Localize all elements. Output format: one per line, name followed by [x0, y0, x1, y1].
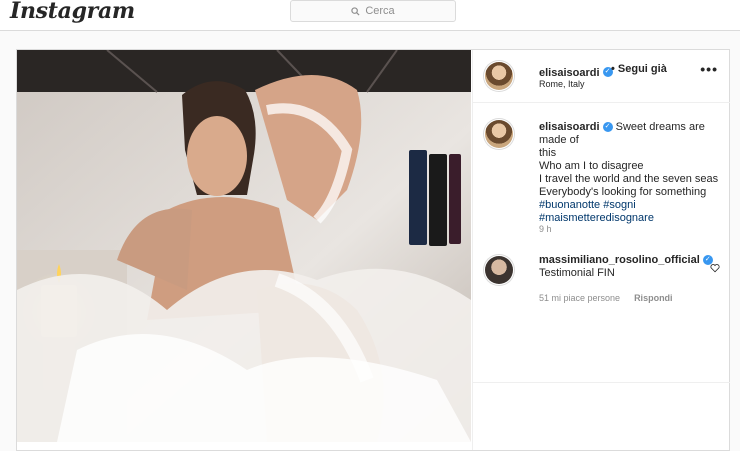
post-sidebar: elisaisoardi ✓ • Segui già Rome, Italy ••…	[472, 50, 730, 450]
caption-line: Who am I to disagree	[539, 160, 644, 172]
more-options-icon[interactable]: •••	[700, 61, 718, 77]
instagram-logo[interactable]: Instagram	[10, 0, 135, 24]
comment-likes[interactable]: 51 mi piace persone	[539, 293, 620, 303]
author-avatar[interactable]	[485, 62, 513, 90]
comment-meta: 51 mi piace persone Rispondi	[539, 293, 673, 303]
commenter-avatar[interactable]	[485, 256, 513, 284]
post-card: elisaisoardi ✓ • Segui già Rome, Italy ••…	[16, 49, 730, 451]
comment-text: Testimonial FIN	[539, 267, 615, 279]
post-photo[interactable]	[17, 50, 471, 442]
caption-author-avatar[interactable]	[485, 120, 513, 148]
verified-badge-icon: ✓	[602, 122, 613, 133]
post-timestamp: 9 h	[539, 224, 552, 234]
post-header: elisaisoardi ✓ • Segui già Rome, Italy ••…	[473, 50, 730, 103]
comment-item: massimiliano_rosolino_official ✓ Testimon…	[539, 254, 713, 280]
divider	[473, 382, 730, 383]
reply-button[interactable]: Rispondi	[634, 293, 673, 303]
caption-line: Everybody's looking for something	[539, 186, 707, 198]
commenter-username[interactable]: massimiliano_rosolino_official	[539, 254, 700, 266]
search-icon	[351, 6, 360, 16]
hashtag-link[interactable]: #maismetteredisognare	[539, 212, 719, 225]
follow-status[interactable]: • Segui già	[611, 63, 667, 75]
top-navigation-bar: Instagram Cerca	[0, 0, 740, 31]
hashtag-link[interactable]: #buonanotte #sogni	[539, 199, 719, 212]
heart-icon[interactable]	[710, 260, 720, 278]
post-caption: elisaisoardi ✓ Sweet dreams are made of t…	[539, 121, 719, 225]
caption-line: I travel the world and the seven seas	[539, 173, 719, 185]
search-input[interactable]: Cerca	[290, 0, 456, 22]
caption-line: this	[539, 147, 557, 159]
search-placeholder: Cerca	[365, 5, 395, 17]
post-location[interactable]: Rome, Italy	[539, 79, 585, 89]
caption-username[interactable]: elisaisoardi	[539, 121, 600, 133]
author-username[interactable]: elisaisoardi	[539, 67, 600, 79]
